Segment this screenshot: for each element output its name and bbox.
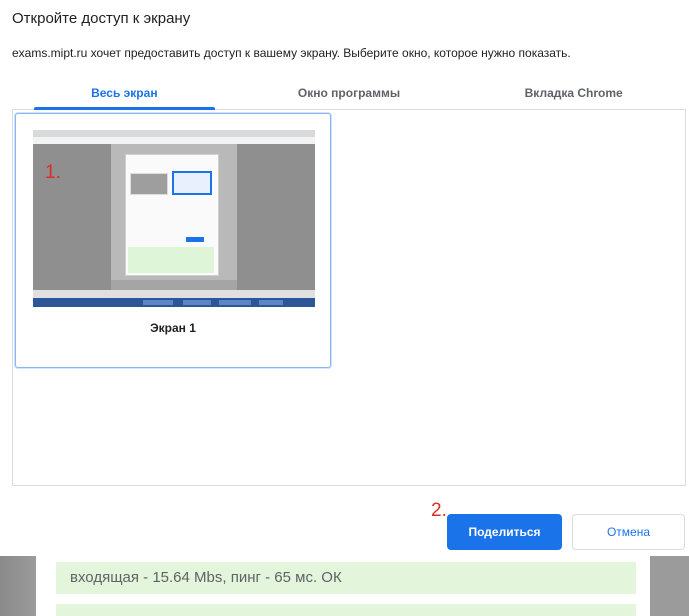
share-button[interactable]: Поделиться xyxy=(447,514,562,550)
screen-share-dialog: Откройте доступ к экрану exams.mipt.ru х… xyxy=(0,0,689,556)
dialog-title: Откройте доступ к экрану xyxy=(12,10,191,27)
screen-1-label: Экран 1 xyxy=(150,321,196,335)
source-list-panel: 1. Экран 1 xyxy=(12,110,686,486)
tab-chrome-tab[interactable]: Вкладка Chrome xyxy=(461,80,686,109)
step-2-annotation: 2. xyxy=(431,500,447,521)
background-speed-result: входящая - 15.64 Mbs, пинг - 65 мс. ОК xyxy=(56,562,636,594)
screen-thumbnail xyxy=(33,130,315,307)
step-1-annotation: 1. xyxy=(45,162,61,183)
tab-application-window[interactable]: Окно программы xyxy=(237,80,462,109)
tab-entire-screen[interactable]: Весь экран xyxy=(12,80,237,110)
dialog-subtitle: exams.mipt.ru хочет предоставить доступ … xyxy=(12,46,571,60)
screen-1-option[interactable]: 1. Экран 1 xyxy=(15,113,331,368)
background-result-row xyxy=(56,604,636,616)
source-tabs: Весь экран Окно программы Вкладка Chrome xyxy=(12,80,686,110)
dialog-actions: Поделиться Отмена xyxy=(447,514,685,550)
cancel-button[interactable]: Отмена xyxy=(572,514,685,550)
